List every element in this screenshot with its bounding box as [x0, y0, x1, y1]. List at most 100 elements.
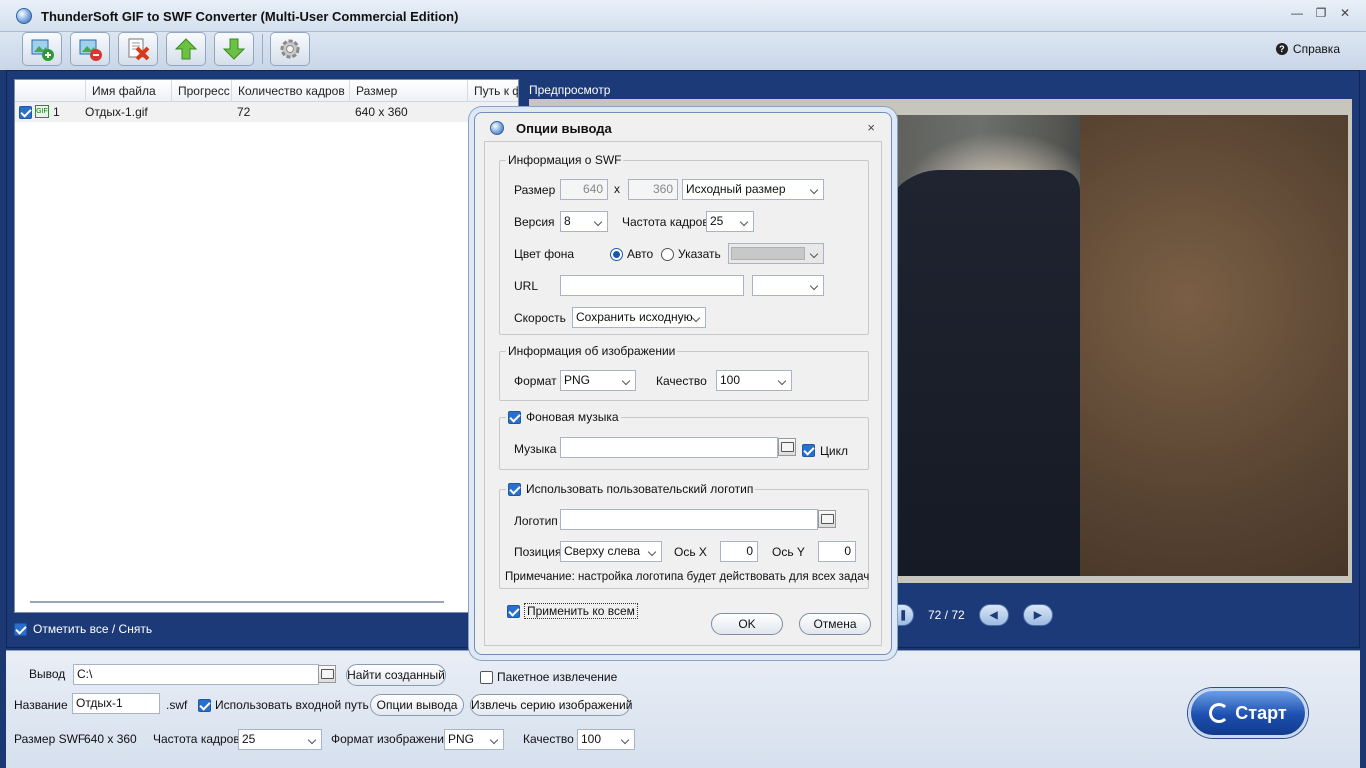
move-down-icon — [222, 38, 246, 60]
previous-frame-button[interactable]: ◀ — [978, 604, 1009, 626]
logo-note: Примечание: настройка логотипа будет дей… — [505, 571, 870, 583]
bg-color-swatch — [731, 247, 805, 260]
check-all-checkbox[interactable] — [14, 622, 27, 636]
column-name[interactable]: Имя файла — [85, 80, 171, 102]
find-created-button[interactable]: Найти созданный — [346, 664, 446, 686]
version-select[interactable]: 8 — [560, 211, 608, 232]
next-frame-button[interactable]: ▶ — [1022, 604, 1053, 626]
name-field[interactable]: Отдых-1 — [72, 693, 160, 714]
row-checkbox[interactable] — [19, 106, 32, 119]
table-row[interactable]: GIF 1 Отдых-1.gif 72 640 x 360 C:\Users\ — [15, 102, 518, 122]
frame-rate-select[interactable]: 25 — [238, 729, 322, 750]
use-input-path-checkbox[interactable] — [198, 699, 211, 712]
ok-button[interactable]: OK — [711, 613, 783, 635]
gif-file-icon: GIF — [35, 105, 49, 118]
column-select[interactable] — [15, 80, 85, 102]
check-all-toggle[interactable]: Отметить все / Снять — [14, 622, 152, 636]
music-label: Музыка — [514, 442, 557, 456]
frame-rate-label: Частота кадров — [153, 732, 240, 746]
bg-color-label: Цвет фона — [514, 247, 575, 261]
batch-extract-checkbox[interactable] — [480, 671, 493, 684]
cancel-button[interactable]: Отмена — [799, 613, 871, 635]
file-list[interactable]: Имя файла Прогресс Количество кадров Раз… — [14, 79, 519, 613]
background-music-checkbox[interactable] — [508, 410, 521, 424]
clear-list-button[interactable] — [118, 32, 158, 66]
browse-music-button[interactable] — [778, 438, 796, 456]
swf-size-value: 640 x 360 — [84, 732, 137, 746]
column-progress[interactable]: Прогресс — [171, 80, 231, 102]
bg-custom-label: Указать — [678, 247, 721, 261]
logo-file-field[interactable] — [560, 509, 818, 530]
speed-select[interactable]: Сохранить исходную — [572, 307, 706, 328]
bg-auto-radio[interactable] — [610, 248, 623, 262]
row-index: 1 — [53, 105, 60, 119]
swf-info-group: Информация о SWF Размер 640 x 360 Исходн… — [499, 153, 869, 335]
position-select[interactable]: Сверху слева — [560, 541, 662, 562]
settings-icon — [280, 39, 300, 59]
quality-label: Качество — [523, 732, 574, 746]
minimize-icon[interactable]: — — [1290, 6, 1304, 20]
restore-icon[interactable]: ❐ — [1314, 6, 1328, 20]
preview-image-figure — [880, 170, 1080, 576]
image-format-label: Формат изображения — [331, 732, 451, 746]
custom-logo-checkbox[interactable] — [508, 482, 521, 496]
url-target-select[interactable] — [752, 275, 824, 296]
axis-x-label: Ось X — [674, 545, 707, 559]
move-down-button[interactable] — [214, 32, 254, 66]
batch-extract-label: Пакетное извлечение — [497, 670, 618, 684]
output-options-button[interactable]: Опции вывода — [370, 694, 464, 716]
url-field[interactable] — [560, 275, 744, 296]
image-format-label: Формат — [514, 374, 557, 388]
clear-list-icon — [128, 38, 150, 61]
browse-logo-button[interactable] — [818, 510, 836, 528]
frame-counter: 72 / 72 — [928, 608, 965, 622]
size-mode-select[interactable]: Исходный размер — [682, 179, 824, 200]
loop-checkbox[interactable] — [802, 444, 815, 457]
bg-custom-radio[interactable] — [661, 248, 674, 262]
output-path-field[interactable]: C:\ — [73, 664, 319, 685]
close-icon[interactable]: ✕ — [1338, 6, 1352, 20]
dialog-close-icon[interactable]: × — [867, 120, 875, 135]
axis-y-field[interactable]: 0 — [818, 541, 856, 562]
size-x-label: x — [614, 182, 620, 196]
add-files-button[interactable] — [22, 32, 62, 66]
extract-series-button[interactable]: Извлечь серию изображений — [470, 694, 632, 716]
logo-label: Логотип — [514, 514, 558, 528]
row-name: Отдых-1.gif — [85, 105, 148, 119]
start-label: Старт — [1235, 702, 1287, 723]
help-label: Справка — [1292, 42, 1340, 56]
version-label: Версия — [514, 215, 555, 229]
move-up-button[interactable] — [166, 32, 206, 66]
column-path[interactable]: Путь к ф — [467, 80, 518, 102]
quality-select[interactable]: 100 — [577, 729, 635, 750]
bg-color-picker[interactable] — [728, 243, 824, 264]
column-size[interactable]: Размер — [349, 80, 467, 102]
image-quality-select[interactable]: 100 — [716, 370, 792, 391]
start-button[interactable]: Старт — [1188, 688, 1308, 738]
image-info-title: Информация об изображении — [506, 344, 678, 358]
horizontal-scrollbar[interactable] — [30, 601, 444, 603]
swf-width-field[interactable]: 640 — [560, 179, 608, 200]
help-icon: ? — [1275, 43, 1288, 55]
apply-all-checkbox[interactable] — [507, 605, 520, 618]
image-format-select[interactable]: PNG — [444, 729, 504, 750]
extension-label: .swf — [166, 698, 188, 712]
column-frames[interactable]: Количество кадров — [231, 80, 349, 102]
axis-x-field[interactable]: 0 — [720, 541, 758, 562]
check-all-label: Отметить все / Снять — [33, 622, 153, 636]
file-list-header: Имя файла Прогресс Количество кадров Раз… — [15, 80, 518, 102]
bg-auto-label: Авто — [627, 247, 654, 261]
swf-frame-rate-label: Частота кадров — [622, 215, 709, 229]
preview-label: Предпросмотр — [529, 83, 611, 97]
help-link[interactable]: ? Справка — [1275, 42, 1340, 56]
music-file-field[interactable] — [560, 437, 778, 458]
title-bar: ThunderSoft GIF to SWF Converter (Multi-… — [0, 0, 1366, 32]
swf-frame-rate-select[interactable]: 25 — [706, 211, 754, 232]
settings-button[interactable] — [270, 32, 310, 66]
remove-file-button[interactable] — [70, 32, 110, 66]
use-input-path-label: Использовать входной путь — [215, 698, 369, 712]
swf-height-field[interactable]: 360 — [628, 179, 678, 200]
image-format-select[interactable]: PNG — [560, 370, 636, 391]
browse-output-button[interactable] — [318, 665, 336, 683]
speed-label: Скорость — [514, 311, 566, 325]
